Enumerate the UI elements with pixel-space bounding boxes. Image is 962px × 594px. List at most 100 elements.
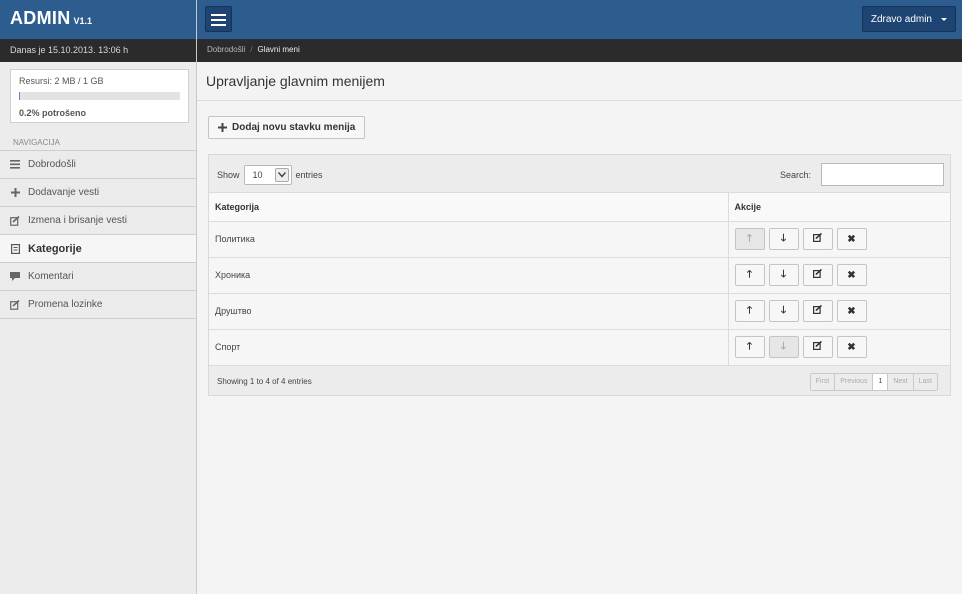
breadcrumb-home-link[interactable]: Dobrodošli <box>207 45 245 54</box>
table-row: Политика 🡑 🡓 ✖ <box>209 221 950 257</box>
pagination-previous[interactable]: Previous <box>834 373 873 390</box>
table-row: Друштво 🡑 🡓 ✖ <box>209 293 950 329</box>
column-header-akcije: Akcije <box>728 193 950 222</box>
actions-cell: 🡑 🡓 ✖ <box>728 329 950 365</box>
sidebar-item-label: Dodavanje vesti <box>28 187 100 198</box>
edit-icon <box>813 340 823 353</box>
sidebar-item-label: Izmena i brisanje vesti <box>28 215 127 226</box>
page-title: Upravljanje glavnim menijem <box>206 73 385 89</box>
plus-icon <box>218 121 227 135</box>
sidebar-item-label: Komentari <box>28 271 74 282</box>
add-menu-item-button[interactable]: Dodaj novu stavku menija <box>208 116 366 139</box>
delete-button[interactable]: ✖ <box>836 228 867 250</box>
brand-version: V1.1 <box>73 16 93 26</box>
delete-button[interactable]: ✖ <box>836 336 867 358</box>
resources-label: Resursi: 2 MB / 1 GB <box>19 76 104 86</box>
brand-name: ADMIN <box>10 8 71 28</box>
close-icon: ✖ <box>847 341 856 353</box>
edit-icon <box>813 268 823 281</box>
breadcrumb-current: Glavni meni <box>257 45 300 54</box>
move-up-button[interactable]: 🡑 <box>734 336 765 358</box>
date-display: Danas je 15.10.2013. 13:06 h <box>0 39 196 62</box>
sidebar-item-label: Dobrodošli <box>28 159 76 170</box>
sidebar-item-dodavanje-vesti[interactable]: Dodavanje vesti <box>0 179 196 207</box>
page-length-control: Show 10 entries <box>217 165 323 185</box>
pagination-page-1[interactable]: 1 <box>872 373 888 390</box>
resources-progress-bar <box>19 92 180 100</box>
category-cell: Политика <box>209 221 729 257</box>
search-control: Search: <box>780 163 944 186</box>
table-header-row: Kategorija Akcije <box>209 193 950 222</box>
page-length-select[interactable]: 10 <box>243 165 292 185</box>
arrow-up-icon: 🡑 <box>746 268 753 280</box>
move-down-button[interactable]: 🡓 <box>768 336 799 358</box>
arrow-down-icon: 🡓 <box>780 340 787 352</box>
page-header: Upravljanje glavnim menijem <box>197 62 962 101</box>
arrow-down-icon: 🡓 <box>780 268 787 280</box>
table-row: Хроника 🡑 🡓 ✖ <box>209 257 950 293</box>
sidebar-item-izmena-vesti[interactable]: Izmena i brisanje vesti <box>0 207 196 235</box>
arrow-up-icon: 🡑 <box>746 232 753 244</box>
sidebar-item-komentari[interactable]: Komentari <box>0 263 196 291</box>
table-footer: Showing 1 to 4 of 4 entries First Previo… <box>209 366 950 397</box>
delete-button[interactable]: ✖ <box>836 264 867 286</box>
category-cell: Хроника <box>209 257 729 293</box>
table-row: Спорт 🡑 🡓 ✖ <box>209 329 950 365</box>
nav-heading: NAVIGACIJA <box>0 135 196 151</box>
category-cell: Друштво <box>209 293 729 329</box>
move-down-button[interactable]: 🡓 <box>768 228 799 250</box>
edit-button[interactable] <box>802 228 833 250</box>
edit-icon <box>813 304 823 317</box>
menu-table: Kategorija Akcije Политика 🡑 🡓 ✖ Хроника… <box>209 193 950 366</box>
pagination-next[interactable]: Next <box>887 373 913 390</box>
actions-cell: 🡑 🡓 ✖ <box>728 257 950 293</box>
resources-used-text: 0.2% potrošeno <box>19 108 87 118</box>
close-icon: ✖ <box>847 305 856 317</box>
delete-button[interactable]: ✖ <box>836 300 867 322</box>
list-icon <box>10 160 20 170</box>
sidebar-item-dobrodosli[interactable]: Dobrodošli <box>0 151 196 179</box>
pagination-first[interactable]: First <box>810 373 835 390</box>
move-up-button[interactable]: 🡑 <box>734 228 765 250</box>
search-input[interactable] <box>821 163 944 186</box>
edit-icon <box>10 215 20 226</box>
comment-icon <box>10 272 20 282</box>
menu-icon <box>211 14 226 16</box>
book-icon <box>10 243 20 254</box>
column-header-kategorija[interactable]: Kategorija <box>209 193 729 222</box>
actions-cell: 🡑 🡓 ✖ <box>728 293 950 329</box>
chevron-down-icon <box>274 168 289 182</box>
move-down-button[interactable]: 🡓 <box>768 300 799 322</box>
close-icon: ✖ <box>847 269 856 281</box>
move-down-button[interactable]: 🡓 <box>768 264 799 286</box>
pagination: First Previous 1 Next Last <box>809 372 938 391</box>
category-cell: Спорт <box>209 329 729 365</box>
actions-cell: 🡑 🡓 ✖ <box>728 221 950 257</box>
pagination-last[interactable]: Last <box>912 373 937 390</box>
menu-icon <box>211 19 226 21</box>
edit-icon <box>10 299 20 310</box>
sidebar-item-promena-lozinke[interactable]: Promena lozinke <box>0 291 196 319</box>
sidebar-item-label: Promena lozinke <box>28 299 103 310</box>
table-controls: Show 10 entries Search: <box>209 155 950 193</box>
menu-icon <box>211 24 226 26</box>
move-up-button[interactable]: 🡑 <box>734 300 765 322</box>
move-up-button[interactable]: 🡑 <box>734 264 765 286</box>
caret-down-icon <box>941 17 947 21</box>
entries-label: entries <box>295 170 323 180</box>
user-menu-button[interactable]: Zdravo admin <box>861 6 956 32</box>
sidebar-item-label: Kategorije <box>28 242 82 255</box>
top-bar: Zdravo admin <box>197 0 962 39</box>
arrow-up-icon: 🡑 <box>746 304 753 316</box>
plus-icon <box>10 188 20 198</box>
breadcrumb: Dobrodošli / Glavni meni <box>197 39 962 62</box>
add-menu-item-label: Dodaj novu stavku menija <box>232 122 356 133</box>
show-label: Show <box>217 170 240 180</box>
edit-button[interactable] <box>802 336 833 358</box>
close-icon: ✖ <box>847 233 856 245</box>
edit-button[interactable] <box>802 300 833 322</box>
menu-toggle-button[interactable] <box>205 6 232 32</box>
menu-table-panel: Show 10 entries Search: Kategorija Akcij… <box>208 154 951 396</box>
sidebar-item-kategorije[interactable]: Kategorije <box>0 235 196 263</box>
edit-button[interactable] <box>802 264 833 286</box>
